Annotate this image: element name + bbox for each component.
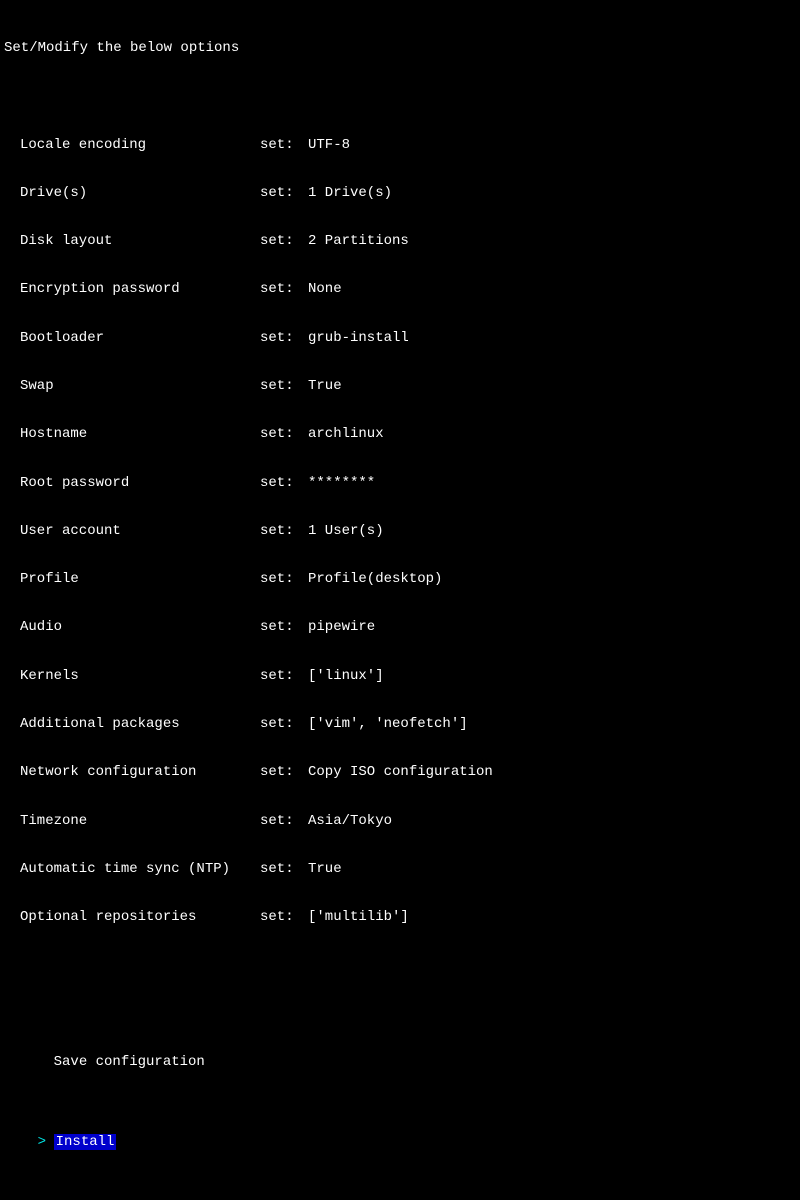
set-label: set: [260,813,308,829]
set-label: set: [260,330,308,346]
option-bootloader[interactable]: Bootloaderset:grub-install [4,330,796,346]
set-label: set: [260,764,308,780]
option-automatic-time-sync[interactable]: Automatic time sync (NTP)set:True [4,861,796,877]
option-value: UTF-8 [308,137,350,153]
option-drives[interactable]: Drive(s)set:1 Drive(s) [4,185,796,201]
set-label: set: [260,861,308,877]
option-value: True [308,861,342,877]
terminal-screen: Set/Modify the below options Locale enco… [0,0,800,1200]
option-value: 2 Partitions [308,233,409,249]
option-label: Audio [20,619,260,635]
action-label: Save configuration [54,1054,205,1070]
option-locale-encoding[interactable]: Locale encodingset:UTF-8 [4,137,796,153]
set-label: set: [260,475,308,491]
set-label: set: [260,668,308,684]
option-value: 1 Drive(s) [308,185,392,201]
option-label: Bootloader [20,330,260,346]
option-label: Additional packages [20,716,260,732]
option-value: pipewire [308,619,375,635]
set-label: set: [260,909,308,925]
option-label: Drive(s) [20,185,260,201]
option-kernels[interactable]: Kernelsset:['linux'] [4,668,796,684]
cursor-icon: > [38,1134,54,1150]
option-label: Optional repositories [20,909,260,925]
option-label: Network configuration [20,764,260,780]
option-label: Encryption password [20,281,260,297]
option-profile[interactable]: Profileset:Profile(desktop) [4,571,796,587]
option-label: User account [20,523,260,539]
set-label: set: [260,523,308,539]
set-label: set: [260,571,308,587]
option-value: ['linux'] [308,668,384,684]
set-label: set: [260,426,308,442]
option-value: archlinux [308,426,384,442]
option-optional-repositories[interactable]: Optional repositoriesset:['multilib'] [4,909,796,925]
option-label: Kernels [20,668,260,684]
set-label: set: [260,619,308,635]
option-label: Hostname [20,426,260,442]
option-value: ['multilib'] [308,909,409,925]
option-user-account[interactable]: User accountset:1 User(s) [4,523,796,539]
option-label: Swap [20,378,260,394]
option-value: True [308,378,342,394]
option-hostname[interactable]: Hostnameset:archlinux [4,426,796,442]
set-label: set: [260,716,308,732]
set-label: set: [260,233,308,249]
option-label: Automatic time sync (NTP) [20,861,260,877]
action-save-configuration[interactable]: Save configuration [4,1038,796,1086]
option-label: Timezone [20,813,260,829]
option-value: None [308,281,342,297]
action-abort[interactable]: Abort [4,1199,796,1200]
option-value: ******** [308,475,375,491]
option-label: Disk layout [20,233,260,249]
option-label: Profile [20,571,260,587]
option-value: Profile(desktop) [308,571,442,587]
set-label: set: [260,137,308,153]
option-value: Copy ISO configuration [308,764,493,780]
option-disk-layout[interactable]: Disk layoutset:2 Partitions [4,233,796,249]
set-label: set: [260,378,308,394]
set-label: set: [260,185,308,201]
option-additional-packages[interactable]: Additional packagesset:['vim', 'neofetch… [4,716,796,732]
option-value: 1 User(s) [308,523,384,539]
set-label: set: [260,281,308,297]
option-label: Root password [20,475,260,491]
option-label: Locale encoding [20,137,260,153]
option-swap[interactable]: Swapset:True [4,378,796,394]
option-audio[interactable]: Audioset:pipewire [4,619,796,635]
option-value: ['vim', 'neofetch'] [308,716,468,732]
option-network-configuration[interactable]: Network configurationset:Copy ISO config… [4,764,796,780]
action-install[interactable]: >Install [4,1118,796,1166]
option-value: grub-install [308,330,409,346]
option-value: Asia/Tokyo [308,813,392,829]
option-root-password[interactable]: Root passwordset:******** [4,475,796,491]
action-label: Install [54,1134,117,1150]
page-title: Set/Modify the below options [4,40,796,56]
option-timezone[interactable]: Timezoneset:Asia/Tokyo [4,813,796,829]
option-encryption-password[interactable]: Encryption passwordset:None [4,281,796,297]
